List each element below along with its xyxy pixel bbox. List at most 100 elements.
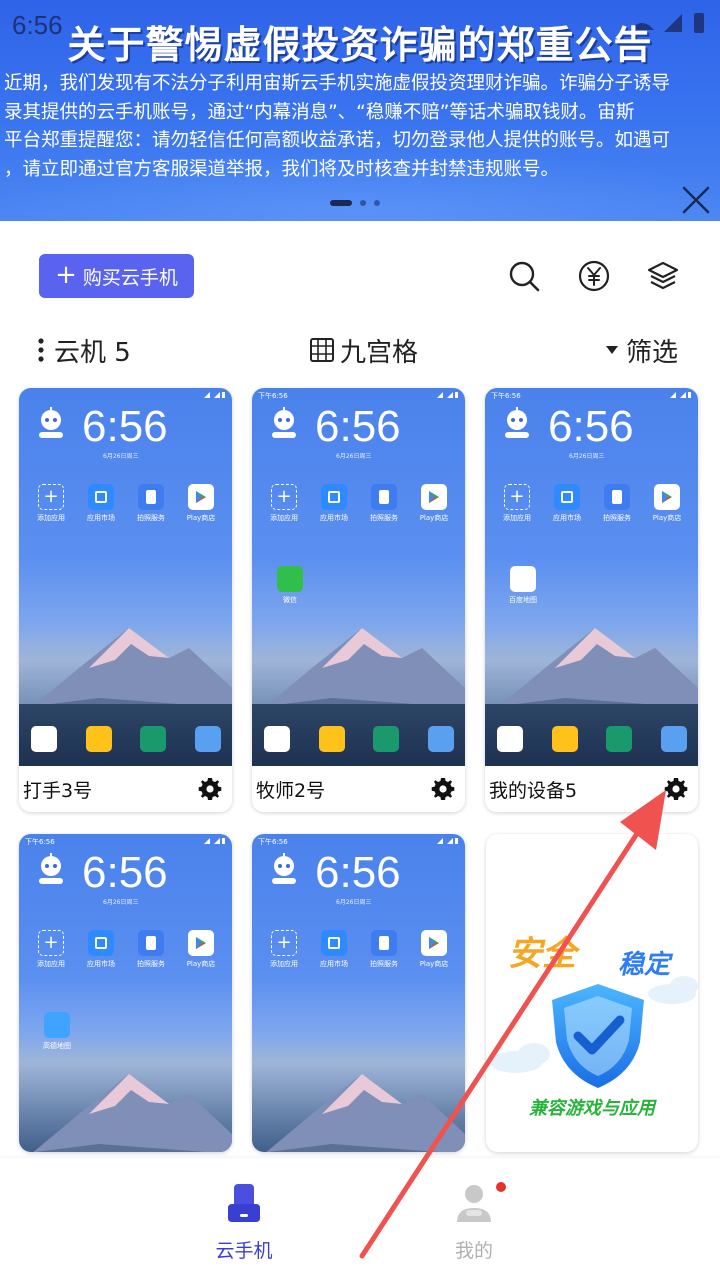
device-name: 我的设备5 [489, 779, 578, 802]
mountain-wallpaper [266, 1074, 465, 1152]
announcement-banner[interactable]: 6:56 关于警惕虚假投资诈骗的郑重公告 近期，我们发现有不法分子利用宙斯云手机… [0, 0, 720, 221]
yuan-icon[interactable] [574, 256, 614, 296]
mountain-wallpaper [33, 1074, 232, 1152]
app-label: 拍照服务 [370, 514, 398, 522]
layout-label: 九宫格 [340, 337, 419, 368]
dock-app-icon [551, 726, 578, 752]
buy-button-label: 购买云手机 [82, 266, 178, 289]
device-card[interactable]: 下午6:56 6:56 6月26日周三 + 添加应用 应用市场 拍照服务 Play商店 [252, 834, 465, 1152]
buy-cloud-phone-button[interactable]: + 购买云手机 [39, 254, 194, 298]
app-label: 微信 [283, 596, 297, 604]
home-app: 高德地图 [37, 1012, 77, 1051]
user-icon [457, 1185, 491, 1222]
app-icon [88, 484, 114, 510]
app-icon [371, 930, 397, 956]
promo-title-stable: 稳定 [618, 950, 671, 980]
robot-logo-icon [272, 853, 296, 884]
app-label: 添加应用 [503, 514, 531, 522]
home-app: 应用市场 [314, 930, 354, 969]
filter-button[interactable]: 筛选 [604, 330, 678, 370]
device-clock: 6:56 [548, 402, 634, 451]
app-label: 添加应用 [37, 960, 65, 968]
home-app: + 添加应用 [497, 484, 537, 523]
home-app: 拍照服务 [597, 484, 637, 523]
dock-app-icon [660, 726, 687, 752]
banner-line: 平台郑重提醒您：请勿轻信任何高额收益承诺，切勿登录他人提供的账号。如遇可 [4, 130, 671, 152]
device-card[interactable]: 下午6:56 6:56 6月26日周三 + 添加应用 应用市场 拍照服务 Play商店 高德地图 [19, 834, 232, 1152]
app-icon: + [38, 484, 64, 510]
banner-title: 关于警惕虚假投资诈骗的郑重公告 [67, 23, 653, 67]
device-card-footer: 打手3号 [19, 766, 232, 812]
plus-icon: + [55, 259, 77, 290]
device-screen-preview[interactable]: 下午6:56 6:56 6月26日周三 + 添加应用 应用市场 拍照服务 Play商店 百度地图 [485, 388, 698, 766]
device-name: 打手3号 [23, 779, 93, 802]
bottom-navigation: 云手机 我的 [0, 1158, 720, 1280]
banner-line: ，请立即通过官方客服渠道举报，我们将及时核查并封禁违规账号。 [4, 158, 560, 180]
promo-title-safe: 安全 [508, 934, 576, 974]
notification-badge [496, 1182, 506, 1192]
device-card[interactable]: 6:56 6月26日周三 + 添加应用 应用市场 拍照服务 Play商店打手3号 [19, 388, 232, 812]
home-app: Play商店 [414, 930, 454, 969]
home-app: 拍照服务 [131, 930, 171, 969]
nav-cloud-phone[interactable]: 云手机 [184, 1182, 304, 1263]
nav-cloud-phone-label: 云手机 [215, 1240, 273, 1262]
app-label: 拍照服务 [603, 514, 631, 522]
device-card-footer: 我的设备5 [485, 766, 698, 812]
device-screen-preview[interactable]: 下午6:56 6:56 6月26日周三 + 添加应用 应用市场 拍照服务 Play商店 高德地图 [19, 834, 232, 1152]
home-app: + 添加应用 [264, 484, 304, 523]
dock-app-icon [31, 726, 57, 752]
app-label: 应用市场 [553, 514, 581, 522]
device-screen-preview[interactable]: 6:56 6月26日周三 + 添加应用 应用市场 拍照服务 Play商店 [19, 388, 232, 766]
close-icon[interactable] [678, 182, 714, 218]
device-screen-preview[interactable]: 下午6:56 6:56 6月26日周三 + 添加应用 应用市场 拍照服务 Play商店 微信 [252, 388, 465, 766]
device-status-time: 下午6:56 [258, 838, 288, 846]
device-card[interactable]: 下午6:56 6:56 6月26日周三 + 添加应用 应用市场 拍照服务 Play商店 微信 牧师… [252, 388, 465, 812]
device-count[interactable]: 云机 5 [34, 330, 131, 370]
banner-body: 近期，我们发现有不法分子利用宙斯云手机实施虚假投资理财诈骗。诈骗分子诱导 录其提… [0, 70, 720, 184]
app-icon: + [38, 930, 64, 956]
device-clock: 6:56 [315, 402, 401, 451]
gear-icon[interactable] [198, 777, 222, 801]
app-icon [277, 566, 303, 592]
app-label: 应用市场 [87, 960, 115, 968]
promo-subtitle: 兼容游戏与应用 [529, 1098, 655, 1119]
home-app: Play商店 [414, 484, 454, 523]
gear-icon[interactable] [664, 777, 688, 801]
app-label: 应用市场 [320, 514, 348, 522]
device-status-time: 下午6:56 [25, 838, 55, 846]
dock-app-icon [264, 726, 290, 752]
app-label: Play商店 [419, 514, 449, 522]
device-status-bar: 下午6:56 [25, 837, 226, 847]
dock-app-icon [427, 726, 454, 752]
cloud-phone-icon [228, 1184, 260, 1222]
page-dot [374, 200, 380, 206]
search-icon[interactable] [504, 256, 544, 296]
app-icon [88, 930, 114, 956]
app-label: 拍照服务 [137, 960, 165, 968]
dock-app-icon [606, 726, 633, 752]
app-icon [421, 484, 447, 510]
layers-icon[interactable] [643, 256, 683, 296]
shield-check-icon [552, 984, 644, 1088]
gear-icon[interactable] [431, 777, 455, 801]
signal-icon [437, 392, 458, 398]
home-app: 应用市场 [81, 930, 121, 969]
home-apps: + 添加应用 应用市场 拍照服务 Play商店 [31, 930, 221, 969]
device-card[interactable]: 下午6:56 6:56 6月26日周三 + 添加应用 应用市场 拍照服务 Play商店 百度地图… [485, 388, 698, 812]
nav-mine-label: 我的 [454, 1240, 493, 1262]
robot-logo-icon [505, 407, 529, 438]
promo-card[interactable]: 安全 稳定 兼容游戏与应用 [486, 834, 698, 1152]
layout-toggle[interactable]: 九宫格 [308, 330, 418, 370]
banner-line: 录其提供的云手机账号，通过“内幕消息”、“稳赚不赔”等话术骗取钱财。宙斯 [4, 101, 635, 123]
app-icon [654, 484, 680, 510]
home-app: Play商店 [181, 930, 221, 969]
home-app: + 添加应用 [264, 930, 304, 969]
home-apps: + 添加应用 应用市场 拍照服务 Play商店 [264, 930, 454, 969]
dock-app-icon [497, 726, 523, 752]
app-icon [321, 484, 347, 510]
home-dock [264, 726, 454, 752]
nav-mine[interactable]: 我的 [414, 1182, 534, 1263]
device-screen-preview[interactable]: 下午6:56 6:56 6月26日周三 + 添加应用 应用市场 拍照服务 Play商店 [252, 834, 465, 1152]
device-date: 6月26日周三 [103, 899, 139, 906]
home-app: 拍照服务 [364, 484, 404, 523]
